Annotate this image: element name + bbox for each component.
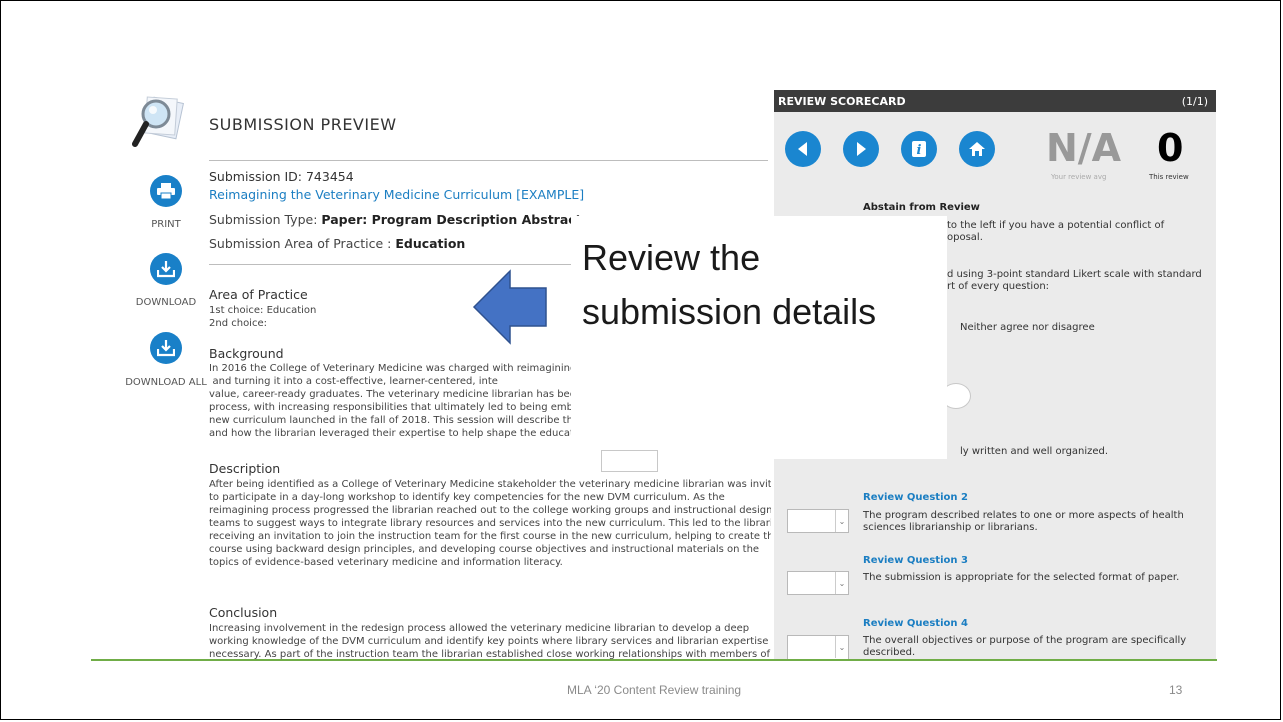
submission-area: Submission Area of Practice : Education	[209, 236, 465, 251]
question-2-text-1: The program described relates to one or …	[863, 510, 1184, 521]
area-heading: Area of Practice	[209, 287, 308, 302]
question-1-text: ly written and well organized.	[960, 446, 1109, 457]
question-3-title: Review Question 3	[863, 555, 968, 566]
likert-text-2: rt of every question:	[947, 281, 1050, 292]
text-line: to participate in a day-long workshop to…	[209, 492, 725, 503]
abstain-text-2: oposal.	[947, 232, 983, 243]
text-line: and how the librarian leveraged their ex…	[209, 428, 579, 439]
question-4-text-2: described.	[863, 647, 916, 658]
download-icon	[157, 261, 175, 278]
text-line: In 2016 the College of Veterinary Medici…	[209, 363, 579, 374]
arrow-right-icon	[857, 142, 866, 156]
submission-area-label: Submission Area of Practice :	[209, 236, 396, 251]
conclusion-heading: Conclusion	[209, 605, 278, 620]
text-line: necessary. As part of the instruction te…	[209, 649, 771, 659]
this-review-label: This review	[1149, 173, 1189, 181]
magnifier-logo-icon	[132, 94, 188, 152]
home-icon	[969, 142, 985, 156]
text-line: value, career-ready graduates. The veter…	[209, 389, 579, 400]
next-button[interactable]	[843, 131, 879, 167]
chevron-down-icon: ⌄	[835, 572, 848, 594]
text-line: After being identified as a College of V…	[209, 479, 771, 490]
question-2-text-2: sciences librarianship or librarians.	[863, 522, 1038, 533]
submission-area-value: Education	[395, 236, 466, 251]
home-button[interactable]	[959, 131, 995, 167]
divider	[209, 160, 768, 161]
submission-type-value: Paper: Program Description Abstract	[321, 212, 582, 227]
background-text: In 2016 the College of Veterinary Medici…	[209, 362, 579, 440]
area-choice-2: 2nd choice:	[209, 318, 267, 329]
arrow-left-icon	[798, 142, 807, 156]
svg-text:i: i	[917, 143, 922, 158]
question-2-select[interactable]: ⌄	[787, 509, 849, 533]
scorecard-header: REVIEW SCORECARD (1/1)	[774, 90, 1216, 112]
slide-number: 13	[1169, 683, 1183, 697]
callout-line-1: Review the	[582, 237, 761, 278]
review-average-label: Your review avg	[1051, 173, 1107, 181]
text-line: new curriculum launched in the fall of 2…	[209, 415, 579, 426]
info-button[interactable]: i	[901, 131, 937, 167]
review-average: N/A	[1046, 126, 1122, 170]
download-icon	[157, 340, 175, 357]
text-line: (DVM) curriculum and turning it into a c…	[209, 376, 498, 387]
text-line: teams to suggest ways to integrate libra…	[209, 518, 771, 529]
scorecard-title: REVIEW SCORECARD	[778, 95, 906, 108]
question-4-title: Review Question 4	[863, 618, 968, 629]
abstain-text-1: to the left if you have a potential conf…	[947, 220, 1165, 231]
question-2-title: Review Question 2	[863, 492, 968, 503]
chevron-down-icon: ⌄	[835, 636, 848, 658]
callout-line-2: submission details	[582, 291, 877, 332]
print-button[interactable]	[150, 175, 182, 207]
scorecard-count: (1/1)	[1181, 95, 1208, 108]
background-heading: Background	[209, 346, 284, 361]
question-4-text-1: The overall objectives or purpose of the…	[863, 635, 1187, 646]
slide: SUBMISSION PREVIEW PRINT DOWNLOAD DOWNLO…	[0, 0, 1281, 720]
description-text: After being identified as a College of V…	[209, 478, 771, 569]
description-heading: Description	[209, 461, 281, 476]
question-3-text: The submission is appropriate for the se…	[863, 572, 1180, 583]
question-1-select[interactable]	[601, 450, 658, 472]
print-label: PRINT	[151, 219, 181, 230]
text-line: receiving an invitation to join the inst…	[209, 531, 771, 542]
text-line: working knowledge of the DVM curriculum …	[209, 636, 771, 647]
text-line: process, with increasing responsibilitie…	[209, 402, 579, 413]
info-icon: i	[912, 141, 926, 158]
footer-rule	[91, 659, 1217, 661]
divider	[209, 264, 589, 265]
submission-type-label: Submission Type:	[209, 212, 322, 227]
area-choice-1: 1st choice: Education	[209, 305, 317, 316]
likert-text-1: d using 3-point standard Likert scale wi…	[947, 269, 1202, 280]
question-3-select[interactable]: ⌄	[787, 571, 849, 595]
printer-icon	[157, 183, 175, 199]
submission-title-link[interactable]: Reimagining the Veterinary Medicine Curr…	[209, 187, 584, 202]
submission-id: Submission ID: 743454	[209, 169, 354, 184]
text-line: topics of evidence-based veterinary medi…	[209, 557, 563, 568]
text-line: Increasing involvement in the redesign p…	[209, 623, 750, 634]
chevron-down-icon: ⌄	[835, 510, 848, 532]
text-line: reimagining process progressed the libra…	[209, 505, 771, 516]
question-4-select[interactable]: ⌄	[787, 635, 849, 661]
text-line: course using backward design principles,…	[209, 544, 760, 555]
footer-text: MLA ‘20 Content Review training	[566, 683, 742, 697]
download-all-button[interactable]	[150, 332, 182, 364]
previous-button[interactable]	[785, 131, 821, 167]
callout-box: Review the submission details	[571, 216, 947, 472]
neither-agree-text: Neither agree nor disagree	[960, 322, 1095, 333]
submission-preview-title: SUBMISSION PREVIEW	[209, 115, 397, 134]
download-label: DOWNLOAD	[135, 297, 197, 308]
submission-type: Submission Type: Paper: Program Descript…	[209, 212, 582, 227]
download-button[interactable]	[150, 253, 182, 285]
this-review-score: 0	[1157, 126, 1184, 170]
download-all-label: DOWNLOAD ALL	[125, 377, 207, 388]
arrow-left-icon	[472, 269, 548, 345]
conclusion-text: Increasing involvement in the redesign p…	[209, 622, 771, 659]
abstain-heading: Abstain from Review	[863, 202, 980, 213]
